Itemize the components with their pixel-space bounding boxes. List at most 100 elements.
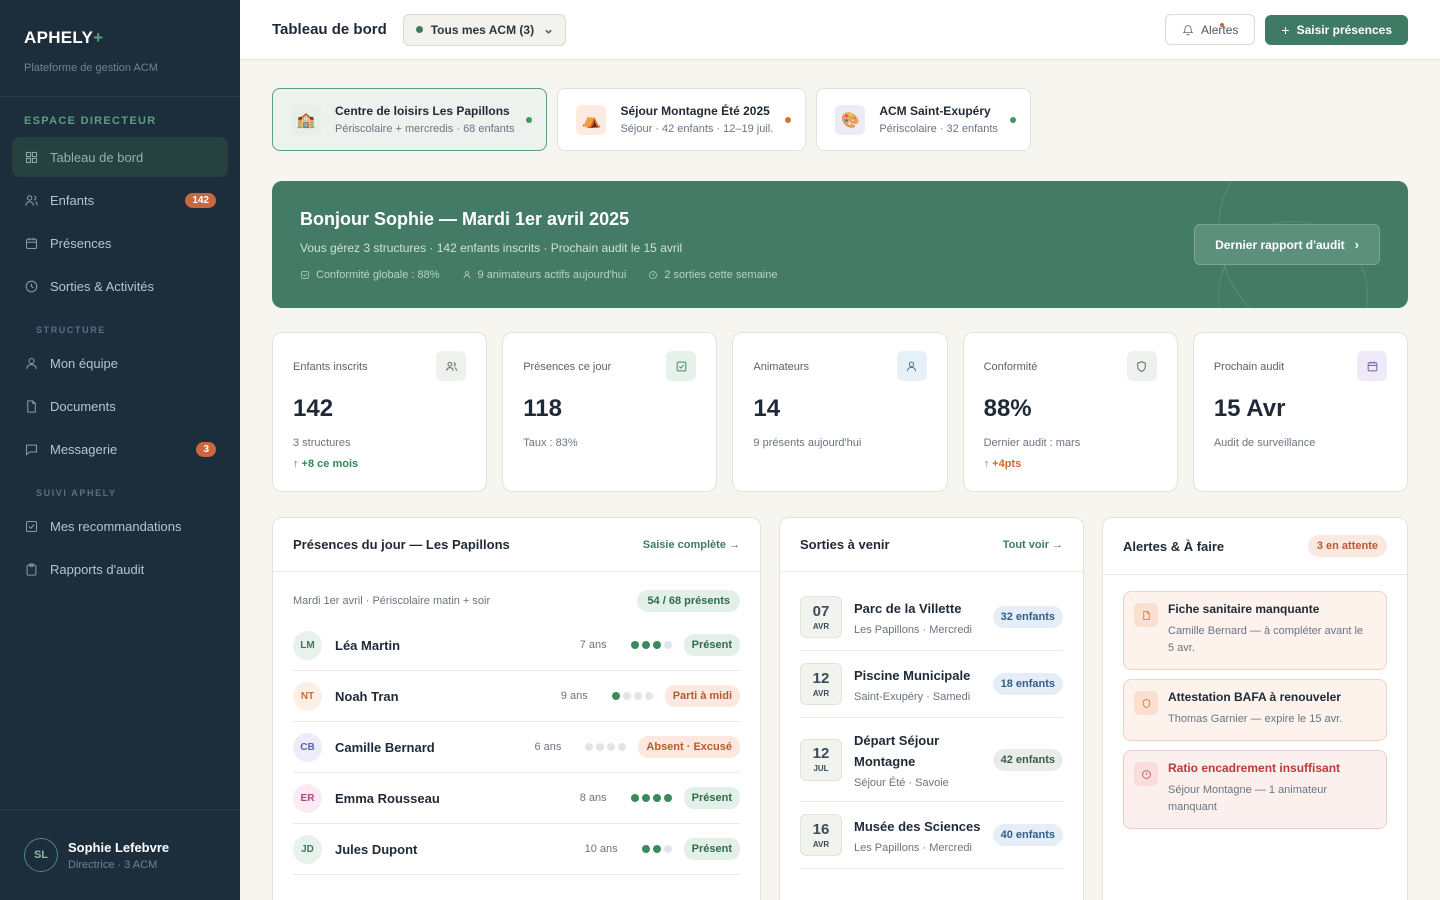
stat-card: Conformité 88% Dernier audit : mars ↑ +4pts — [962, 332, 1178, 492]
sidebar-item-mon-equipe[interactable]: Mon équipe — [12, 343, 228, 383]
child-avatar: LM — [293, 630, 322, 660]
welcome-banner: Bonjour Sophie — Mardi 1er avril 2025 Vo… — [272, 181, 1408, 308]
presences-panel: Présences du jour — Les Papillons Saisie… — [272, 517, 761, 900]
attendance-dot — [630, 794, 639, 802]
child-age: 10 ans — [584, 843, 618, 855]
banner-meta-text: 9 animateurs actifs aujourd'hui — [477, 269, 627, 281]
nav-section-structure: STRUCTURE — [36, 325, 106, 335]
sidebar-item-enfants[interactable]: Enfants 142 — [12, 180, 228, 220]
structure-card[interactable]: 🏫 Centre de loisirs Les Papillons Périscol… — [272, 88, 548, 151]
sortie-title: Parc de la Villette — [854, 601, 962, 616]
chevron-right-icon: › — [1354, 237, 1359, 252]
child-row[interactable]: JD Jules Dupont 10 ans Présent — [293, 824, 740, 875]
alert-text: Camille Bernard — à compléter avant le 5… — [1168, 625, 1364, 654]
structure-card[interactable]: 🎨 ACM Saint-Exupéry Périscolaire · 32 enfa… — [816, 88, 1031, 151]
sortie-row[interactable]: 16 AVR Musée des Sciences Les Papillons · M… — [800, 802, 1063, 869]
bell-icon — [1182, 24, 1194, 35]
attendance-dot — [630, 641, 639, 649]
sidebar-item-label: Mon équipe — [50, 355, 118, 371]
clock-icon — [24, 279, 39, 294]
child-row[interactable]: LM Léa Martin 7 ans Présent — [293, 620, 740, 671]
users-icon — [24, 193, 39, 208]
sidebar-item-label: Enfants — [50, 192, 95, 208]
count-badge: 142 — [185, 192, 216, 208]
attendance-dot — [633, 692, 642, 700]
structure-title: ACM Saint-Exupéry — [879, 104, 991, 118]
sortie-row[interactable]: 12 AVR Piscine Municipale Saint-Exupéry · S… — [800, 651, 1063, 718]
structure-icon: 🏫 — [291, 104, 321, 135]
structure-title: Centre de loisirs Les Papillons — [335, 104, 510, 118]
users-icon — [436, 351, 467, 381]
status-dot — [415, 26, 423, 33]
attendance-dot — [585, 743, 594, 751]
stat-subtext: Taux : 83% — [523, 437, 578, 449]
alert-card[interactable]: Attestation BAFA à renouveler Thomas Garn… — [1123, 679, 1387, 741]
attendance-dot — [663, 794, 672, 802]
tout-voir-link[interactable]: Tout voir → — [1003, 539, 1063, 551]
grid-icon — [24, 150, 39, 165]
stat-value: 118 — [523, 395, 562, 422]
children-count-badge: 18 enfants — [992, 673, 1063, 695]
structure-icon: ⛺ — [576, 104, 607, 135]
alerts-panel: Alertes & À faire 3 en attente Fiche san… — [1102, 517, 1408, 900]
acm-select[interactable]: Tous mes ACM (3) — [402, 13, 567, 46]
sidebar-item-rapports-d-audit[interactable]: Rapports d'audit — [12, 549, 228, 589]
date-month: AVR — [812, 621, 830, 631]
audit-report-button[interactable]: Dernier rapport d'audit › — [1194, 224, 1380, 265]
banner-meta-item: 2 sorties cette semaine — [648, 269, 778, 281]
brand: APHELY+ Plateforme de gestion ACM — [0, 0, 240, 97]
sidebar-item-mes-recommandations[interactable]: Mes recommandations — [12, 506, 228, 546]
attendance-dot — [618, 743, 627, 751]
alert-card[interactable]: Ratio encadrement insuffisant Séjour Mont… — [1123, 750, 1387, 829]
user-profile[interactable]: SL Sophie Lefebvre Directrice · 3 ACM — [0, 809, 240, 900]
user-icon — [462, 270, 478, 280]
sidebar-item-tableau-de-bord[interactable]: Tableau de bord — [12, 137, 228, 177]
attendance-dot — [663, 641, 672, 649]
date-day: 12 — [812, 669, 830, 687]
date-badge: 16 AVR — [800, 814, 842, 856]
sortie-row[interactable]: 12 JUL Départ Séjour Montagne Séjour Été · … — [800, 718, 1063, 802]
sortie-row[interactable]: 07 AVR Parc de la Villette Les Papillons · … — [800, 584, 1063, 651]
user-role: Directrice · 3 ACM — [68, 858, 158, 871]
shield-icon — [1126, 351, 1157, 381]
stat-subtext: 9 présents aujourd'hui — [753, 437, 862, 449]
attendance-dot — [641, 641, 650, 649]
topbar: Tableau de bord Tous mes ACM (3) Alertes… — [240, 0, 1440, 60]
alert-title: Fiche sanitaire manquante — [1168, 602, 1320, 616]
alert-card[interactable]: Fiche sanitaire manquante Camille Bernard… — [1123, 591, 1387, 670]
sortie-subtitle: Les Papillons · Mercredi — [854, 624, 972, 636]
stat-subtext: 3 structures — [293, 437, 351, 449]
saisir-presences-button[interactable]: + Saisir présences — [1265, 14, 1408, 45]
alerts-button[interactable]: Alertes — [1165, 14, 1256, 45]
saisie-complete-link[interactable]: Saisie complète → — [643, 539, 740, 551]
child-row[interactable]: ER Emma Rousseau 8 ans Présent — [293, 773, 740, 824]
sidebar-item-documents[interactable]: Documents — [12, 386, 228, 426]
structure-title: Séjour Montagne Été 2025 — [620, 104, 770, 118]
attendance-dots — [585, 743, 627, 751]
stat-subtext: Dernier audit : mars — [983, 437, 1081, 449]
child-row[interactable]: CB Camille Bernard 6 ans Absent · Excusé — [293, 722, 740, 773]
main-content: Tableau de bord Tous mes ACM (3) Alertes… — [240, 0, 1440, 900]
presences-meta: Mardi 1er avril · Périscolaire matin + s… — [293, 595, 491, 607]
child-name: Noah Tran — [335, 688, 399, 704]
attendance-dot — [607, 743, 616, 751]
saisir-presences-label: Saisir présences — [1296, 22, 1392, 37]
sidebar-item-presences[interactable]: Présences — [12, 223, 228, 263]
attendance-dot — [641, 794, 650, 802]
alert-text: Thomas Garnier — expire le 15 avr. — [1168, 713, 1343, 725]
brand-logo[interactable]: APHELY+ — [24, 28, 216, 48]
sidebar-item-label: Messagerie — [50, 441, 118, 457]
sidebar-item-label: Documents — [50, 398, 116, 414]
stat-value: 14 — [753, 395, 781, 422]
attendance-dot — [641, 845, 650, 853]
sidebar-item-messagerie[interactable]: Messagerie 3 — [12, 429, 228, 469]
sidebar-item-sorties-activites[interactable]: Sorties & Activités — [12, 266, 228, 306]
attendance-dot — [652, 794, 661, 802]
banner-meta-text: Conformité globale : 88% — [316, 269, 440, 281]
status-dot — [526, 116, 533, 123]
attendance-dot — [652, 641, 661, 649]
child-row[interactable]: NT Noah Tran 9 ans Parti à midi — [293, 671, 740, 722]
acm-select-value: Tous mes ACM (3) — [430, 22, 535, 37]
structure-card[interactable]: ⛺ Séjour Montagne Été 2025 Séjour · 42 enf… — [557, 88, 807, 151]
stat-value: 15 Avr — [1213, 395, 1286, 422]
